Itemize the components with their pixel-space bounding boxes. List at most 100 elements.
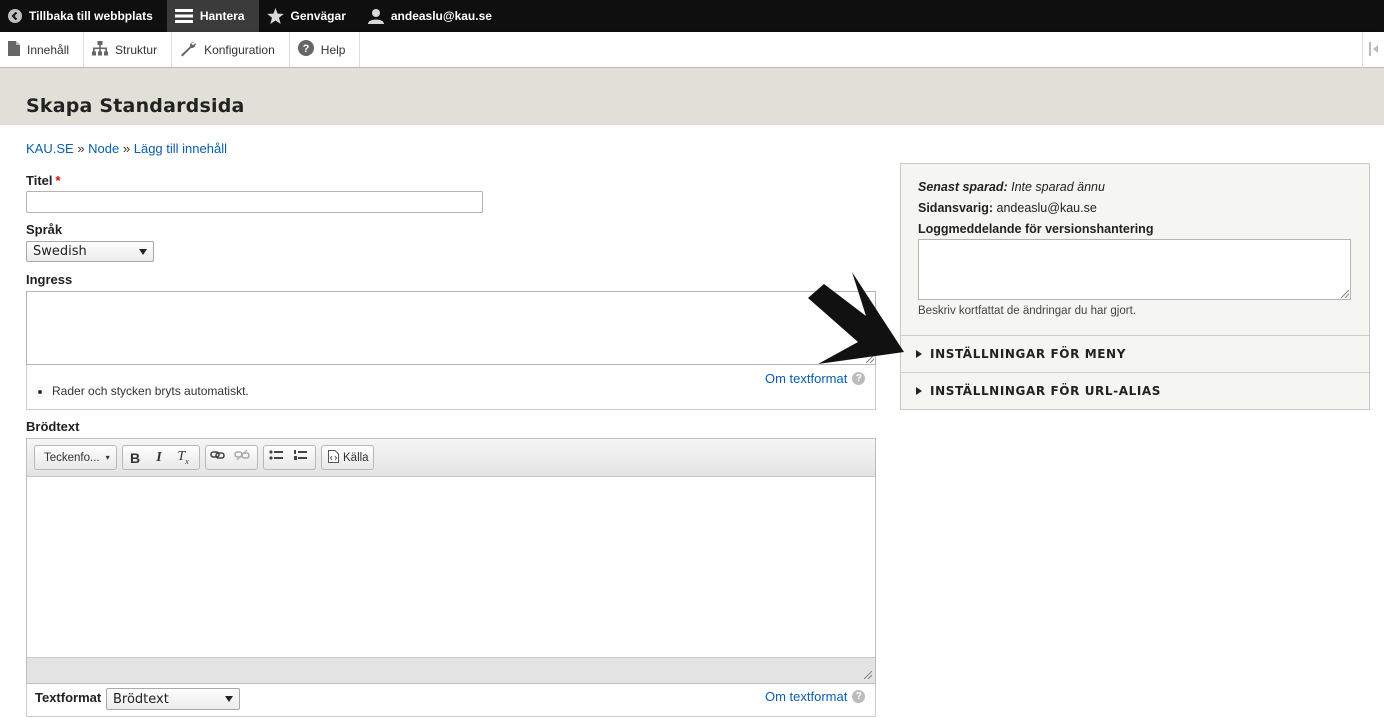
tray-item-label: Help [320,42,346,57]
bullet-icon [38,389,42,394]
collapse-icon [1368,41,1379,59]
menu-settings-toggle[interactable]: INSTÄLLNINGAR FÖR MENY [901,335,1369,372]
back-to-site-link[interactable]: Tillbaka till webbplats [0,0,167,32]
numbered-list-button[interactable] [288,446,312,469]
italic-button[interactable]: I [147,446,171,469]
italic-icon: I [156,449,162,465]
breadcrumb-separator: » [77,141,85,156]
language-select[interactable]: Swedish [26,241,154,262]
expand-triangle-icon [916,350,922,358]
source-label: Källa [343,451,369,464]
back-arrow-icon [8,9,22,23]
expand-triangle-icon [916,387,922,395]
sitemap-icon [92,40,109,59]
breadcrumb-item-home[interactable]: KAU.SE [26,141,74,156]
unlink-button[interactable] [230,446,254,469]
document-icon [8,40,20,59]
resize-grip-icon[interactable] [1341,290,1349,298]
last-saved-line: Senast sparad: Inte sparad ännu [918,180,1105,194]
bold-button[interactable]: B [123,446,147,469]
title-label-text: Titel [26,173,53,188]
list-button-group [263,445,316,470]
font-format-label: Teckenfo... [44,451,100,464]
tray-item-label: Konfiguration [204,42,275,57]
last-saved-label: Senast sparad: [918,180,1008,194]
log-message-description: Beskriv kortfattat de ändringar du har g… [918,305,1136,317]
required-marker: * [55,173,61,188]
body-label: Brödtext [26,419,80,434]
question-icon: ? [852,690,866,703]
pointer-arrow-icon [808,272,904,364]
tray-item-content[interactable]: Innehåll [0,32,85,67]
help-circle-icon: ? [297,40,314,59]
dropdown-arrow-icon [139,248,147,255]
back-to-site-label: Tillbaka till webbplats [29,9,153,23]
svg-text:?: ? [302,43,309,55]
unlink-icon [234,449,250,466]
admin-tray: Innehåll Struktur Konfiguration ? Help [0,32,1384,68]
page-owner-value: andeaslu@kau.se [996,201,1097,215]
log-message-textarea[interactable] [918,239,1351,300]
bulleted-list-icon [269,449,283,466]
link-button[interactable] [206,446,230,469]
wrench-icon [180,40,197,60]
remove-format-button[interactable]: Tx [171,446,195,469]
manage-tab[interactable]: Hantera [166,0,259,32]
editor-content-area[interactable] [27,477,875,657]
breadcrumb-item-add-content[interactable]: Lägg till innehåll [134,141,227,156]
language-label: Språk [26,222,63,237]
tray-item-structure[interactable]: Struktur [84,32,173,67]
question-icon: ? [852,372,866,385]
tray-item-help[interactable]: ? Help [290,32,361,67]
tray-orientation-toggle[interactable] [1362,32,1384,68]
tray-item-configuration[interactable]: Konfiguration [172,32,290,67]
shortcuts-label: Genvägar [290,9,346,23]
dropdown-arrow-icon: ▾ [105,453,110,462]
format-help-text: Om textformat [765,689,848,704]
page-title: Skapa Standardsida [26,95,245,117]
ingress-format-tip: Rader och stycken bryts automatiskt. [38,384,249,398]
last-saved-value: Inte sparad ännu [1011,180,1105,194]
user-tab[interactable]: andeaslu@kau.se [360,0,506,32]
title-input[interactable] [26,191,483,213]
format-button-group: B I Tx [122,445,200,470]
url-alias-settings-label: INSTÄLLNINGAR FÖR URL-ALIAS [930,384,1162,398]
link-button-group [205,445,258,470]
page-header: Skapa Standardsida [0,68,1384,125]
ingress-tip-text: Rader och stycken bryts automatiskt. [52,384,249,398]
resize-grip-icon[interactable] [864,671,872,679]
body-format-help-link[interactable]: Om textformat ? [765,689,866,704]
shortcuts-tab[interactable]: Genvägar [259,0,360,32]
text-format-select-value: Brödtext [113,691,169,707]
bulleted-list-button[interactable] [264,446,288,469]
dropdown-arrow-icon [225,696,233,702]
language-select-value: Swedish [33,244,87,259]
editor-bottom-bar [27,657,875,683]
page-owner-line: Sidansvarig: andeaslu@kau.se [918,201,1097,215]
ingress-label: Ingress [26,272,73,287]
breadcrumb-item-node[interactable]: Node [88,141,119,156]
star-icon [266,8,284,24]
text-format-label: Textformat [35,690,102,705]
log-message-label: Loggmeddelande för versionshantering [918,222,1154,236]
ingress-format-help-link[interactable]: Om textformat ? [765,371,866,386]
menu-settings-label: INSTÄLLNINGAR FÖR MENY [930,347,1126,361]
user-icon [367,8,384,24]
text-format-select[interactable]: Brödtext [106,688,240,710]
source-icon [328,449,339,466]
url-alias-settings-toggle[interactable]: INSTÄLLNINGAR FÖR URL-ALIAS [901,372,1369,409]
numbered-list-icon [293,449,307,466]
hamburger-icon [174,9,193,23]
rich-text-editor: Teckenfo... ▾ B I Tx Källa [26,438,876,684]
source-button[interactable]: Källa [321,445,374,470]
page-owner-label: Sidansvarig: [918,201,994,215]
tray-item-label: Innehåll [27,42,70,57]
tray-item-label: Struktur [115,42,158,57]
breadcrumb-separator: » [122,141,131,156]
font-format-dropdown[interactable]: Teckenfo... ▾ [34,445,117,470]
admin-toolbar: Tillbaka till webbplats Hantera Genvägar… [0,0,1384,32]
ingress-textarea[interactable] [26,291,876,365]
title-label: Titel * [26,173,61,188]
remove-format-icon: Tx [177,449,189,466]
editor-toolbar: Teckenfo... ▾ B I Tx Källa [27,439,875,477]
